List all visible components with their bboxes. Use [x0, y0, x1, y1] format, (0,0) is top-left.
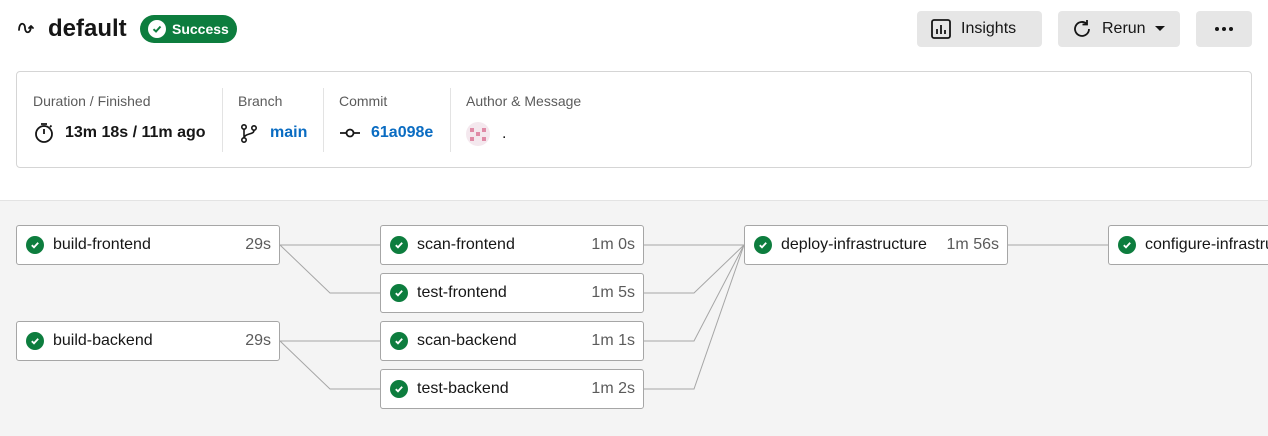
commit-link[interactable]: 61a098e: [371, 124, 433, 142]
job-test-backend[interactable]: test-backend 1m 2s: [380, 369, 644, 409]
commit-label: Commit: [339, 93, 388, 109]
job-name: build-frontend: [53, 236, 151, 253]
status-label: Success: [172, 21, 229, 37]
edge: [279, 340, 380, 390]
job-duration: 1m 56s: [946, 236, 999, 253]
branch-link[interactable]: main: [270, 124, 307, 142]
job-configure-infrastructure[interactable]: configure-infrastructure: [1108, 225, 1268, 265]
author-label: Author & Message: [466, 93, 582, 109]
job-name: deploy-infrastructure: [781, 236, 927, 253]
pipeline-graph: build-frontend 29s build-backend 29s sca…: [0, 200, 1268, 436]
insights-icon: [931, 19, 951, 39]
success-check-icon: [1118, 236, 1136, 254]
insights-button[interactable]: Insights: [917, 11, 1042, 47]
success-check-icon: [390, 332, 408, 350]
job-duration: 29s: [245, 332, 271, 349]
check-icon: [148, 20, 166, 38]
avatar[interactable]: [466, 122, 490, 146]
divider: [450, 88, 451, 152]
job-name: configure-infrastructure: [1145, 236, 1268, 253]
insights-label: Insights: [961, 20, 1017, 37]
commit-message: .: [502, 125, 507, 142]
edge: [279, 244, 380, 294]
job-build-frontend[interactable]: build-frontend 29s: [16, 225, 280, 265]
job-scan-backend[interactable]: scan-backend 1m 1s: [380, 321, 644, 361]
job-duration: 1m 0s: [591, 236, 635, 253]
job-scan-frontend[interactable]: scan-frontend 1m 0s: [380, 225, 644, 265]
duration-section: Duration / Finished 13m 18s / 11m ago: [33, 88, 206, 152]
rerun-icon: [1074, 20, 1090, 37]
success-check-icon: [390, 380, 408, 398]
job-duration: 1m 1s: [591, 332, 635, 349]
commit-icon: [340, 128, 360, 138]
job-test-frontend[interactable]: test-frontend 1m 5s: [380, 273, 644, 313]
job-name: build-backend: [53, 332, 153, 349]
commit-section: Commit 61a098e: [339, 88, 433, 152]
job-name: scan-frontend: [417, 236, 515, 253]
more-options-button[interactable]: [1196, 11, 1252, 47]
success-check-icon: [26, 332, 44, 350]
branch-label: Branch: [238, 93, 283, 109]
duration-label: Duration / Finished: [33, 93, 151, 109]
stopwatch-icon: [35, 123, 53, 143]
duration-value: 13m 18s / 11m ago: [65, 124, 206, 141]
success-check-icon: [754, 236, 772, 254]
branch-icon: [240, 123, 258, 144]
status-badge: Success: [140, 15, 237, 43]
job-build-backend[interactable]: build-backend 29s: [16, 321, 280, 361]
divider: [222, 88, 223, 152]
edge: [644, 244, 745, 294]
more-icon: [1215, 27, 1233, 31]
job-name: scan-backend: [417, 332, 517, 349]
success-check-icon: [390, 236, 408, 254]
job-deploy-infrastructure[interactable]: deploy-infrastructure 1m 56s: [744, 225, 1008, 265]
success-check-icon: [26, 236, 44, 254]
job-duration: 29s: [245, 236, 271, 253]
author-section: Author & Message .: [466, 88, 581, 152]
chevron-down-icon: [1154, 26, 1165, 31]
workflow-header: default Success Insights Rerun: [0, 0, 1268, 60]
divider: [323, 88, 324, 152]
rerun-label: Rerun: [1102, 20, 1146, 37]
workflow-icon: [18, 22, 34, 34]
job-name: test-frontend: [417, 284, 507, 301]
workflow-title: default: [48, 15, 127, 42]
success-check-icon: [390, 284, 408, 302]
pipeline-info-panel: Duration / Finished 13m 18s / 11m ago Br…: [16, 71, 1252, 168]
edge: [644, 244, 745, 390]
branch-section: Branch main: [238, 88, 307, 152]
rerun-button[interactable]: Rerun: [1058, 11, 1180, 47]
job-duration: 1m 5s: [591, 284, 635, 301]
job-duration: 1m 2s: [591, 380, 635, 397]
job-name: test-backend: [417, 380, 509, 397]
